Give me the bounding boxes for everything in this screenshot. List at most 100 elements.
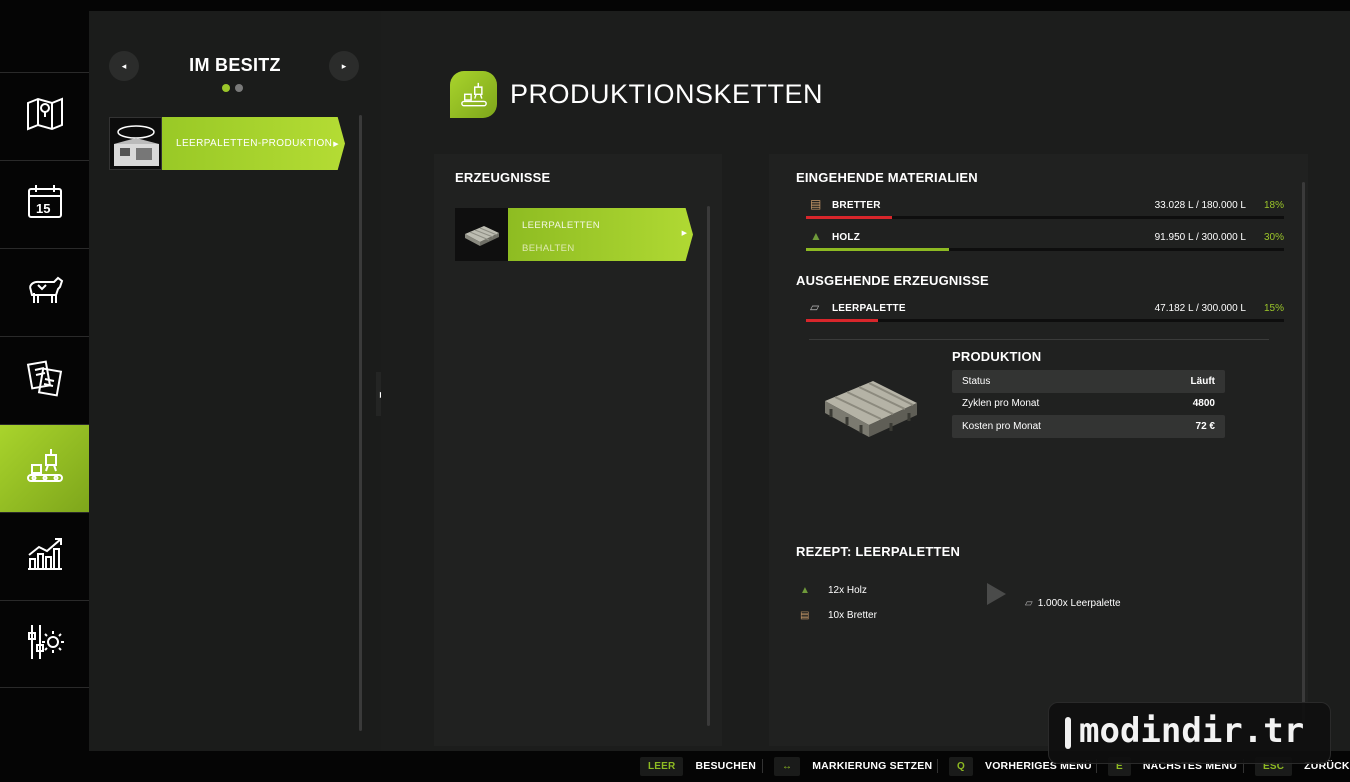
incoming-title: EINGEHENDE MATERIALIEN (796, 170, 978, 185)
row-value: 72 € (1195, 420, 1215, 432)
divider (809, 339, 1269, 340)
recipe-output: ▱ 1.000x Leerpalette (1025, 598, 1121, 609)
fill-level-bar (806, 248, 1284, 251)
outgoing-title: AUSGEHENDE ERZEUGNISSE (796, 273, 989, 288)
hint-label: BESUCHEN (695, 760, 757, 772)
recipe-output-label: 1.000x Leerpalette (1037, 598, 1121, 609)
recipe-input: ▲ 12x Holz (800, 585, 867, 596)
material-amount: 91.950 L / 300.000 L (1154, 232, 1246, 243)
main-nav: 15 (0, 11, 95, 751)
statistics-icon (24, 533, 66, 580)
material-percent: 18% (1263, 200, 1284, 211)
hint-label: MARKIERUNG SETZEN (812, 760, 933, 772)
production-row: Status Läuft (952, 370, 1225, 393)
page-dots (222, 84, 243, 92)
product-mode: BEHALTEN (522, 243, 575, 254)
recipe-title: REZEPT: LEERPALETTEN (796, 544, 961, 559)
main-content: PRODUKTIONSKETTEN ERZEUGNISSE LEERPALETT… (381, 11, 1350, 751)
material-amount: 33.028 L / 180.000 L (1154, 200, 1246, 211)
calendar-icon: 15 (24, 181, 66, 228)
product-row: ▱ LEERPALETTE 47.182 L / 300.000 L 15% (806, 300, 1284, 328)
building-thumbnail (109, 117, 162, 170)
tree-icon: ▲ (800, 585, 810, 596)
watermark-text: modindir.tr (1079, 711, 1305, 751)
chevron-right-icon: ▸ (341, 60, 347, 71)
fill-level (806, 248, 950, 251)
pallet-icon: ▱ (1025, 598, 1033, 609)
recipe-input-label: 10x Bretter (828, 610, 877, 621)
product-name: LEERPALETTE (832, 303, 906, 314)
divider (762, 759, 763, 773)
detail-scrollbar[interactable] (1302, 182, 1305, 722)
watermark: modindir.tr (1048, 702, 1331, 764)
owned-panel: ◂ IM BESITZ ▸ LEERPALETTEN-PRODUKTION ▶ (89, 11, 381, 751)
nav-production[interactable] (0, 424, 95, 512)
owned-item-leerpaletten[interactable]: LEERPALETTEN-PRODUKTION ▶ (109, 117, 345, 170)
production-table: Status Läuft Zyklen pro Monat 4800 Kosten … (952, 370, 1225, 438)
fill-level-bar (806, 216, 1284, 219)
map-icon (24, 93, 66, 140)
svg-text:15: 15 (36, 201, 50, 216)
production-row: Kosten pro Monat 72 € (952, 415, 1225, 438)
recipe-input-label: 12x Holz (828, 585, 867, 596)
planks-icon: ▤ (800, 610, 810, 621)
contracts-icon (24, 357, 66, 404)
fill-level (806, 216, 893, 219)
nav-map[interactable] (0, 72, 89, 160)
hint-visit[interactable]: LEER BESUCHEN (640, 756, 756, 776)
nav-contracts[interactable] (0, 336, 89, 424)
owned-item-name: LEERPALETTEN-PRODUKTION (176, 138, 333, 149)
product-name: LEERPALETTEN (522, 220, 601, 231)
production-chains-icon (450, 71, 497, 118)
page-dot[interactable] (235, 84, 243, 92)
cow-icon (24, 269, 66, 316)
nav-animals[interactable] (0, 248, 89, 336)
nav-statistics[interactable] (0, 512, 89, 600)
material-name: HOLZ (832, 232, 861, 243)
pallet-image (821, 367, 921, 447)
owned-scrollbar[interactable] (359, 115, 362, 731)
caret-right-icon: ▶ (333, 140, 339, 148)
row-label: Kosten pro Monat (962, 420, 1041, 432)
products-column: ERZEUGNISSE LEERPALETTEN BEHALTEN ▶ (434, 154, 722, 746)
owned-item-label: LEERPALETTEN-PRODUKTION ▶ (162, 117, 345, 170)
page-dot-active[interactable] (222, 84, 230, 92)
material-row: ▲ HOLZ 91.950 L / 300.000 L 30% (806, 229, 1284, 257)
production-icon (24, 445, 66, 492)
material-percent: 30% (1263, 232, 1284, 243)
product-item-leerpaletten[interactable]: LEERPALETTEN BEHALTEN ▶ (455, 208, 693, 261)
fill-level (806, 319, 878, 322)
row-value: Läuft (1190, 375, 1215, 387)
key-badge: ↔ (774, 756, 801, 776)
production-title: PRODUKTION (952, 349, 1042, 364)
tree-icon: ▲ (810, 229, 822, 243)
planks-icon: ▤ (810, 197, 822, 211)
products-scrollbar[interactable] (707, 206, 710, 726)
settings-icon (24, 621, 66, 668)
product-amount: 47.182 L / 300.000 L (1154, 303, 1246, 314)
product-label: LEERPALETTEN BEHALTEN ▶ (508, 208, 693, 261)
row-label: Zyklen pro Monat (962, 398, 1040, 410)
play-arrow-icon (987, 583, 1006, 605)
fill-level-bar (806, 319, 1284, 322)
recipe-input: ▤ 10x Bretter (800, 610, 877, 621)
pallet-icon: ▱ (810, 300, 820, 314)
pallet-icon (455, 208, 508, 261)
hint-set-marker[interactable]: ↔ MARKIERUNG SETZEN (774, 756, 932, 776)
watermark-bar (1065, 717, 1071, 749)
nav-settings[interactable] (0, 600, 89, 688)
next-page-button[interactable]: ▸ (329, 51, 359, 81)
detail-column: EINGEHENDE MATERIALIEN ▤ BRETTER 33.028 … (769, 154, 1308, 746)
page-title: PRODUKTIONSKETTEN (510, 79, 824, 109)
caret-right-icon: ▶ (681, 230, 687, 237)
divider (937, 759, 938, 773)
key-badge: Q (949, 756, 973, 776)
row-value: 4800 (1192, 398, 1215, 410)
production-row: Zyklen pro Monat 4800 (952, 393, 1225, 416)
row-label: Status (962, 375, 991, 387)
top-bar (0, 0, 1350, 11)
material-name: BRETTER (832, 200, 881, 211)
products-title: ERZEUGNISSE (455, 170, 551, 185)
nav-calendar[interactable]: 15 (0, 160, 89, 248)
material-row: ▤ BRETTER 33.028 L / 180.000 L 18% (806, 197, 1284, 225)
